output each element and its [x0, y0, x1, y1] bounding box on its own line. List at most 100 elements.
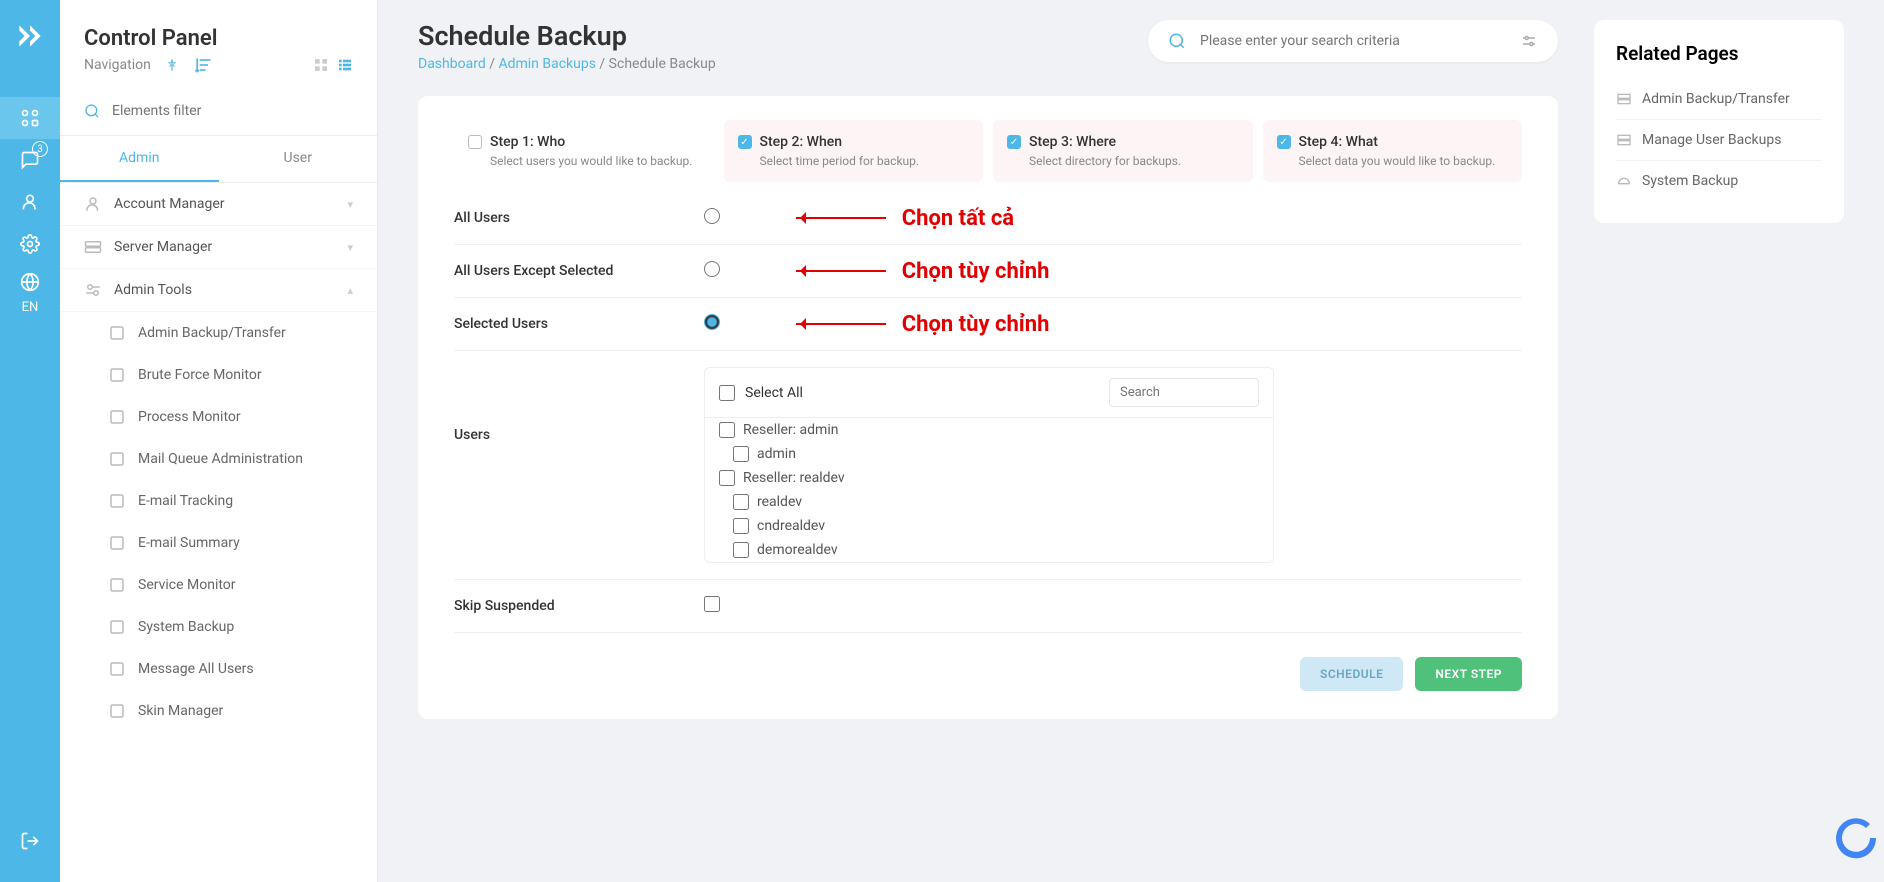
- user-checkbox[interactable]: [719, 422, 735, 438]
- submenu-mail-queue-administration[interactable]: Mail Queue Administration: [60, 438, 377, 480]
- related-link[interactable]: System Backup: [1616, 161, 1822, 201]
- tools-icon: [84, 281, 102, 299]
- submenu-service-monitor[interactable]: Service Monitor: [60, 564, 377, 606]
- user-row[interactable]: Reseller: admin: [705, 418, 1273, 442]
- user-checkbox[interactable]: [719, 470, 735, 486]
- user-checkbox[interactable]: [733, 494, 749, 510]
- radio-selected-users[interactable]: [704, 314, 720, 330]
- user-list[interactable]: Reseller: admin admin Reseller: realdevrea…: [705, 417, 1273, 562]
- user-row[interactable]: demorealdev: [705, 538, 1273, 562]
- related-link[interactable]: Manage User Backups: [1616, 120, 1822, 161]
- step-title: Step 1: Who: [490, 134, 565, 150]
- step-desc: Select directory for backups.: [1007, 154, 1239, 168]
- related-pages: Related Pages Admin Backup/TransferManag…: [1594, 20, 1844, 223]
- submenu-brute-force-monitor[interactable]: Brute Force Monitor: [60, 354, 377, 396]
- step-3[interactable]: ✓Step 3: WhereSelect directory for backu…: [993, 120, 1253, 182]
- chevron-down-icon: ▾: [347, 198, 353, 211]
- submenu-label: Brute Force Monitor: [138, 367, 262, 383]
- crumb-current: Schedule Backup: [609, 56, 716, 72]
- step-2[interactable]: ✓Step 2: WhenSelect time period for back…: [724, 120, 984, 182]
- page-header: Schedule Backup Dashboard / Admin Backup…: [418, 20, 1558, 72]
- user-checkbox[interactable]: [733, 518, 749, 534]
- skip-suspended-label: Skip Suspended: [454, 598, 704, 614]
- related-link[interactable]: Admin Backup/Transfer: [1616, 79, 1822, 120]
- filter-input[interactable]: [112, 103, 353, 119]
- radio-all-users[interactable]: [704, 208, 720, 224]
- crumb-admin-backups[interactable]: Admin Backups: [498, 56, 595, 72]
- row-all-except: All Users Except Selected Chọn tùy chỉnh: [454, 245, 1522, 298]
- submenu-system-backup[interactable]: System Backup: [60, 606, 377, 648]
- radio-all-except[interactable]: [704, 261, 720, 277]
- sidebar-tabs: Admin User: [60, 136, 377, 183]
- step-desc: Select users you would like to backup.: [468, 154, 700, 168]
- select-all-checkbox[interactable]: [719, 385, 735, 401]
- submenu-skin-manager[interactable]: Skin Manager: [60, 690, 377, 732]
- step-4[interactable]: ✓Step 4: WhatSelect data you would like …: [1263, 120, 1523, 182]
- user-label: demorealdev: [757, 542, 838, 558]
- steps-row: Step 1: Who Select users you would like t…: [454, 120, 1522, 182]
- user-checkbox[interactable]: [733, 542, 749, 558]
- related-link-label: System Backup: [1642, 173, 1738, 189]
- card-actions: SCHEDULE NEXT STEP: [454, 657, 1522, 691]
- menu-admin-tools[interactable]: Admin Tools▴: [60, 269, 377, 312]
- language-label: EN: [22, 300, 39, 315]
- rail-messages[interactable]: 3: [0, 139, 60, 181]
- option-label: All Users: [454, 210, 704, 226]
- step-checkbox: ✓: [1277, 135, 1291, 149]
- page-title: Schedule Backup: [418, 20, 716, 52]
- tab-admin[interactable]: Admin: [60, 136, 219, 182]
- submenu-e-mail-summary[interactable]: E-mail Summary: [60, 522, 377, 564]
- user-row[interactable]: realdev: [705, 490, 1273, 514]
- option-label: Selected Users: [454, 316, 704, 332]
- row-skip-suspended: Skip Suspended: [454, 580, 1522, 633]
- step-1[interactable]: Step 1: Who Select users you would like t…: [454, 120, 714, 182]
- submenu-admin-backup-transfer[interactable]: Admin Backup/Transfer: [60, 312, 377, 354]
- next-step-button[interactable]: NEXT STEP: [1415, 657, 1522, 691]
- menu-server-manager[interactable]: Server Manager▾: [60, 226, 377, 269]
- step-checkbox: [468, 135, 482, 149]
- step-title: Step 3: Where: [1029, 134, 1116, 150]
- link-icon: [1616, 132, 1632, 148]
- search-input[interactable]: [1200, 33, 1506, 49]
- elements-filter[interactable]: [60, 87, 377, 136]
- submenu-label: Service Monitor: [138, 577, 236, 593]
- submenu-process-monitor[interactable]: Process Monitor: [60, 396, 377, 438]
- submenu-e-mail-tracking[interactable]: E-mail Tracking: [60, 480, 377, 522]
- grid-view-icon[interactable]: [313, 57, 329, 73]
- rail-dashboard[interactable]: [0, 97, 60, 139]
- sort-icon[interactable]: [193, 55, 213, 75]
- users-label: Users: [454, 367, 704, 443]
- tab-user[interactable]: User: [219, 136, 378, 182]
- user-icon: [84, 195, 102, 213]
- user-search-input[interactable]: [1109, 378, 1259, 407]
- user-row[interactable]: admin: [705, 442, 1273, 466]
- search-icon: [1168, 32, 1186, 50]
- app-logo-icon: [14, 20, 46, 52]
- list-view-icon[interactable]: [337, 57, 353, 73]
- global-search[interactable]: [1148, 20, 1558, 62]
- user-label: admin: [757, 446, 796, 462]
- skip-suspended-checkbox[interactable]: [704, 596, 720, 612]
- related-link-label: Manage User Backups: [1642, 132, 1781, 148]
- rail-user[interactable]: [0, 181, 60, 223]
- rail-logout[interactable]: [0, 820, 60, 862]
- user-checkbox[interactable]: [733, 446, 749, 462]
- pin-icon[interactable]: [165, 58, 179, 72]
- user-row[interactable]: cndrealdev: [705, 514, 1273, 538]
- messages-badge: 3: [32, 141, 48, 157]
- crumb-dashboard[interactable]: Dashboard: [418, 56, 486, 72]
- submenu-message-all-users[interactable]: Message All Users: [60, 648, 377, 690]
- step-title: Step 2: When: [760, 134, 843, 150]
- user-row[interactable]: Reseller: realdev: [705, 466, 1273, 490]
- breadcrumb: Dashboard / Admin Backups / Schedule Bac…: [418, 56, 716, 72]
- submenu-label: E-mail Summary: [138, 535, 240, 551]
- submenu-label: E-mail Tracking: [138, 493, 233, 509]
- icon-rail: 3 EN: [0, 0, 60, 882]
- menu-account-manager[interactable]: Account Manager▾: [60, 183, 377, 226]
- search-icon: [84, 103, 100, 119]
- rail-language[interactable]: EN: [0, 265, 60, 321]
- schedule-button[interactable]: SCHEDULE: [1300, 657, 1403, 691]
- sliders-icon[interactable]: [1520, 32, 1538, 50]
- user-label: cndrealdev: [757, 518, 825, 534]
- rail-settings[interactable]: [0, 223, 60, 265]
